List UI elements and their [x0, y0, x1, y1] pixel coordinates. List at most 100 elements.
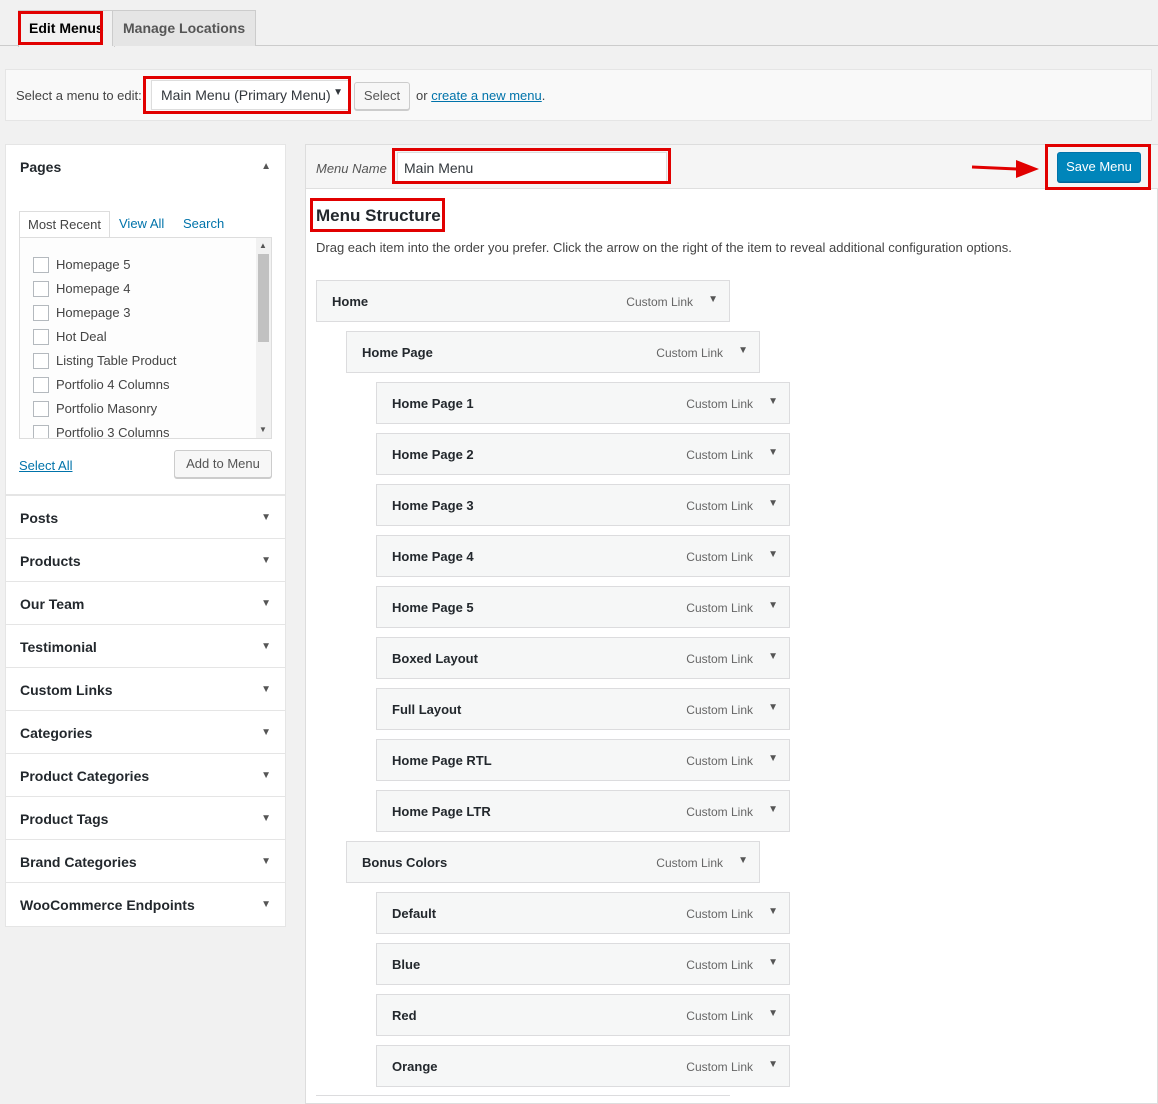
- checkbox[interactable]: [33, 353, 49, 369]
- section-woocommerce-endpoints[interactable]: WooCommerce Endpoints ▼: [5, 882, 286, 927]
- triangle-down-icon[interactable]: ▼: [261, 555, 271, 566]
- scroll-down-icon[interactable]: ▼: [259, 425, 267, 434]
- tab-manage-locations[interactable]: Manage Locations: [112, 10, 257, 46]
- create-link-period: .: [541, 88, 546, 103]
- menu-select-dropdown[interactable]: Main Menu (Primary Menu) ▼: [151, 80, 351, 110]
- pages-checklist: Homepage 5 Homepage 4 Homepage 3 Hot Dea…: [19, 237, 272, 439]
- section-posts[interactable]: Posts ▼: [5, 495, 286, 539]
- triangle-down-icon[interactable]: ▼: [261, 512, 271, 523]
- section-title: Posts: [20, 510, 59, 526]
- triangle-down-icon[interactable]: ▼: [261, 899, 271, 910]
- triangle-down-icon[interactable]: ▼: [768, 957, 778, 968]
- menu-item[interactable]: Home Page 1 Custom Link ▼: [376, 382, 790, 424]
- checkbox[interactable]: [33, 257, 49, 273]
- triangle-down-icon[interactable]: ▼: [768, 498, 778, 509]
- triangle-down-icon[interactable]: ▼: [768, 906, 778, 917]
- checkbox[interactable]: [33, 377, 49, 393]
- menu-item[interactable]: Home Page 2 Custom Link ▼: [376, 433, 790, 475]
- menu-structure-title: Menu Structure: [316, 206, 441, 225]
- triangle-down-icon[interactable]: ▼: [768, 396, 778, 407]
- menu-item[interactable]: Home Custom Link ▼: [316, 280, 730, 322]
- triangle-down-icon[interactable]: ▼: [261, 598, 271, 609]
- menu-item[interactable]: Blue Custom Link ▼: [376, 943, 790, 985]
- triangle-down-icon[interactable]: ▼: [768, 702, 778, 713]
- checkbox[interactable]: [33, 329, 49, 345]
- add-to-menu-button[interactable]: Add to Menu: [174, 450, 272, 478]
- tab-view-all[interactable]: View All: [119, 211, 164, 237]
- section-title: Custom Links: [20, 682, 113, 698]
- menu-item[interactable]: Home Page RTL Custom Link ▼: [376, 739, 790, 781]
- section-title: Brand Categories: [20, 854, 137, 870]
- section-title: Categories: [20, 725, 93, 741]
- or-label: or: [416, 88, 428, 103]
- menu-item[interactable]: Boxed Layout Custom Link ▼: [376, 637, 790, 679]
- checkbox[interactable]: [33, 425, 49, 438]
- create-new-menu-link[interactable]: create a new menu: [431, 88, 542, 103]
- triangle-down-icon[interactable]: ▼: [261, 727, 271, 738]
- triangle-up-icon[interactable]: ▲: [261, 161, 271, 172]
- chevron-down-icon: ▼: [333, 87, 343, 98]
- menu-item[interactable]: Home Page 3 Custom Link ▼: [376, 484, 790, 526]
- section-title: WooCommerce Endpoints: [20, 897, 195, 913]
- tab-most-recent[interactable]: Most Recent: [19, 211, 110, 237]
- triangle-down-icon[interactable]: ▼: [261, 684, 271, 695]
- section-categories[interactable]: Categories ▼: [5, 710, 286, 754]
- triangle-down-icon[interactable]: ▼: [768, 804, 778, 815]
- create-menu-text: or create a new menu.: [416, 88, 545, 103]
- red-arrow-icon: [971, 160, 1039, 178]
- scroll-up-icon[interactable]: ▲: [259, 241, 267, 250]
- scroll-thumb[interactable]: [258, 254, 269, 342]
- section-custom-links[interactable]: Custom Links ▼: [5, 667, 286, 711]
- section-brand-categories[interactable]: Brand Categories ▼: [5, 839, 286, 883]
- checkbox[interactable]: [33, 281, 49, 297]
- save-menu-button[interactable]: Save Menu: [1057, 152, 1141, 182]
- tab-edit-menus[interactable]: Edit Menus: [18, 10, 115, 47]
- pages-panel-header[interactable]: Pages ▲: [6, 145, 285, 188]
- section-product-categories[interactable]: Product Categories ▼: [5, 753, 286, 797]
- menu-item[interactable]: Orange Custom Link ▼: [376, 1045, 790, 1087]
- section-testimonial[interactable]: Testimonial ▼: [5, 624, 286, 668]
- section-our-team[interactable]: Our Team ▼: [5, 581, 286, 625]
- menu-item[interactable]: Red Custom Link ▼: [376, 994, 790, 1036]
- menu-structure-description: Drag each item into the order you prefer…: [316, 240, 1012, 255]
- triangle-down-icon[interactable]: ▼: [768, 1008, 778, 1019]
- triangle-down-icon[interactable]: ▼: [768, 753, 778, 764]
- menu-item[interactable]: Home Page Custom Link ▼: [346, 331, 760, 373]
- triangle-down-icon[interactable]: ▼: [768, 549, 778, 560]
- triangle-down-icon[interactable]: ▼: [768, 600, 778, 611]
- checkbox[interactable]: [33, 305, 49, 321]
- triangle-down-icon[interactable]: ▼: [261, 856, 271, 867]
- triangle-down-icon[interactable]: ▼: [738, 345, 748, 356]
- triangle-down-icon[interactable]: ▼: [261, 770, 271, 781]
- menu-item[interactable]: Home Page 5 Custom Link ▼: [376, 586, 790, 628]
- tab-search[interactable]: Search: [183, 211, 224, 237]
- menu-name-input[interactable]: Main Menu: [397, 152, 667, 182]
- checkbox[interactable]: [33, 401, 49, 417]
- triangle-down-icon[interactable]: ▼: [738, 855, 748, 866]
- triangle-down-icon[interactable]: ▼: [768, 447, 778, 458]
- select-button[interactable]: Select: [354, 82, 410, 110]
- triangle-down-icon[interactable]: ▼: [768, 1059, 778, 1070]
- menu-item[interactable]: Full Layout Custom Link ▼: [376, 688, 790, 730]
- menu-select-value: Main Menu (Primary Menu): [161, 87, 331, 103]
- menu-item[interactable]: Home Page 4 Custom Link ▼: [376, 535, 790, 577]
- pages-panel: Pages ▲ Most Recent View All Search Home…: [5, 144, 286, 495]
- menu-item[interactable]: Default Custom Link ▼: [376, 892, 790, 934]
- scrollbar[interactable]: ▲ ▼: [256, 238, 271, 438]
- section-title: Testimonial: [20, 639, 97, 655]
- select-menu-label: Select a menu to edit:: [16, 88, 142, 103]
- triangle-down-icon[interactable]: ▼: [261, 813, 271, 824]
- nav-tabs: Edit Menus Manage Locations: [0, 0, 1158, 47]
- menu-name-label: Menu Name: [316, 161, 387, 176]
- section-product-tags[interactable]: Product Tags ▼: [5, 796, 286, 840]
- triangle-down-icon[interactable]: ▼: [708, 294, 718, 305]
- section-products[interactable]: Products ▼: [5, 538, 286, 582]
- menu-item-divider: [316, 1095, 730, 1096]
- menu-item[interactable]: Bonus Colors Custom Link ▼: [346, 841, 760, 883]
- select-all-link[interactable]: Select All: [19, 458, 72, 473]
- menu-item[interactable]: Home Page LTR Custom Link ▼: [376, 790, 790, 832]
- triangle-down-icon[interactable]: ▼: [768, 651, 778, 662]
- menu-editor: Menu Name Main Menu Save Menu Menu Struc…: [305, 144, 1158, 1104]
- menu-select-bar: Select a menu to edit: Main Menu (Primar…: [5, 69, 1152, 121]
- triangle-down-icon[interactable]: ▼: [261, 641, 271, 652]
